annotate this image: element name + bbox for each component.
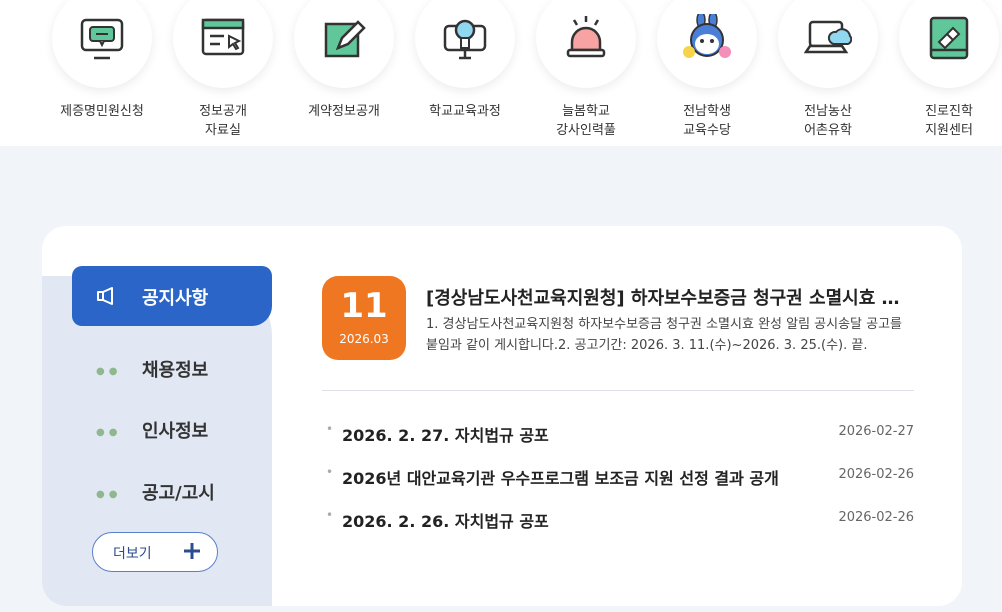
featured-date-badge: 11 2026.03 (322, 276, 406, 360)
monitor-chat-icon (52, 0, 152, 88)
list-item[interactable]: • 2026년 대안교육기관 우수프로그램 보조금 지원 선정 결과 공개 20… (322, 463, 914, 491)
pencil-paper-icon (294, 0, 394, 88)
tab-recruit[interactable]: ●● 채용정보 (72, 338, 272, 398)
post-title[interactable]: 2026. 2. 27. 자치법규 공포 (342, 422, 549, 446)
quick-link-label: 진로진학 지원센터 (925, 104, 973, 138)
list-item[interactable]: • 2026. 2. 26. 자치법규 공포 2026-02-26 (322, 506, 914, 534)
dots-icon: ●● (96, 427, 122, 438)
featured-post-summary[interactable]: 1. 경상남도사천교육지원청 하자보수보증금 청구권 소멸시효 완성 알림 공시… (426, 314, 912, 356)
tab-notice-label: 공지사항 (142, 288, 209, 309)
siren-icon (536, 0, 636, 88)
featured-month: 2026.03 (339, 332, 389, 346)
lightbulb-monitor-icon (415, 0, 515, 88)
featured-post-title[interactable]: [경상남도사천교육지원청] 하자보수보증금 청구권 소멸시효 완성 알림 공시송… (426, 284, 916, 310)
mascot-character-icon (657, 0, 757, 88)
quick-links-bar: 제증명민원신청 정보공개 자료실 계약정보공개 학교교육과정 늘봄학교 강사인력… (0, 0, 1002, 146)
tab-recruit-label: 채용정보 (142, 360, 209, 381)
quick-link-label: 계약정보공개 (308, 104, 380, 119)
quick-link-label: 정보공개 자료실 (199, 104, 247, 138)
post-date: 2026-02-26 (838, 510, 914, 525)
featured-day: 11 (340, 286, 388, 326)
post-date: 2026-02-26 (838, 467, 914, 482)
megaphone-icon (97, 287, 113, 305)
bullet-icon: • (326, 465, 334, 479)
plus-icon (184, 543, 200, 559)
bullet-icon: • (326, 422, 334, 436)
more-button[interactable]: 더보기 (92, 532, 218, 572)
quick-link-label: 학교교육과정 (429, 104, 501, 119)
tab-notice[interactable]: 공지사항 (72, 266, 272, 326)
quick-link-label: 전남농산 어촌유학 (804, 104, 852, 138)
tab-announcement[interactable]: ●● 공고/고시 (72, 461, 272, 521)
tab-announcement-label: 공고/고시 (142, 483, 215, 504)
tab-personnel[interactable]: ●● 인사정보 (72, 399, 272, 459)
dots-icon: ●● (96, 366, 122, 377)
quick-link-label: 전남학생 교육수당 (683, 104, 731, 138)
post-title[interactable]: 2026년 대안교육기관 우수프로그램 보조금 지원 선정 결과 공개 (342, 465, 779, 489)
list-item[interactable]: • 2026. 2. 27. 자치법규 공포 2026-02-27 (322, 420, 914, 448)
laptop-cloud-icon (778, 0, 878, 88)
quick-link-label: 제증명민원신청 (60, 104, 144, 119)
dots-icon: ●● (96, 489, 122, 500)
window-cursor-icon (173, 0, 273, 88)
book-eraser-icon (899, 0, 999, 88)
more-button-label: 더보기 (113, 546, 152, 562)
bullet-icon: • (326, 508, 334, 522)
quick-link-label: 늘봄학교 강사인력풀 (556, 104, 616, 138)
divider (322, 390, 914, 391)
notice-board: 공지사항 ●● 채용정보 ●● 인사정보 ●● 공고/고시 더보기 11 202… (42, 226, 962, 606)
tab-personnel-label: 인사정보 (142, 421, 209, 442)
post-date: 2026-02-27 (838, 424, 914, 439)
post-title[interactable]: 2026. 2. 26. 자치법규 공포 (342, 508, 549, 532)
